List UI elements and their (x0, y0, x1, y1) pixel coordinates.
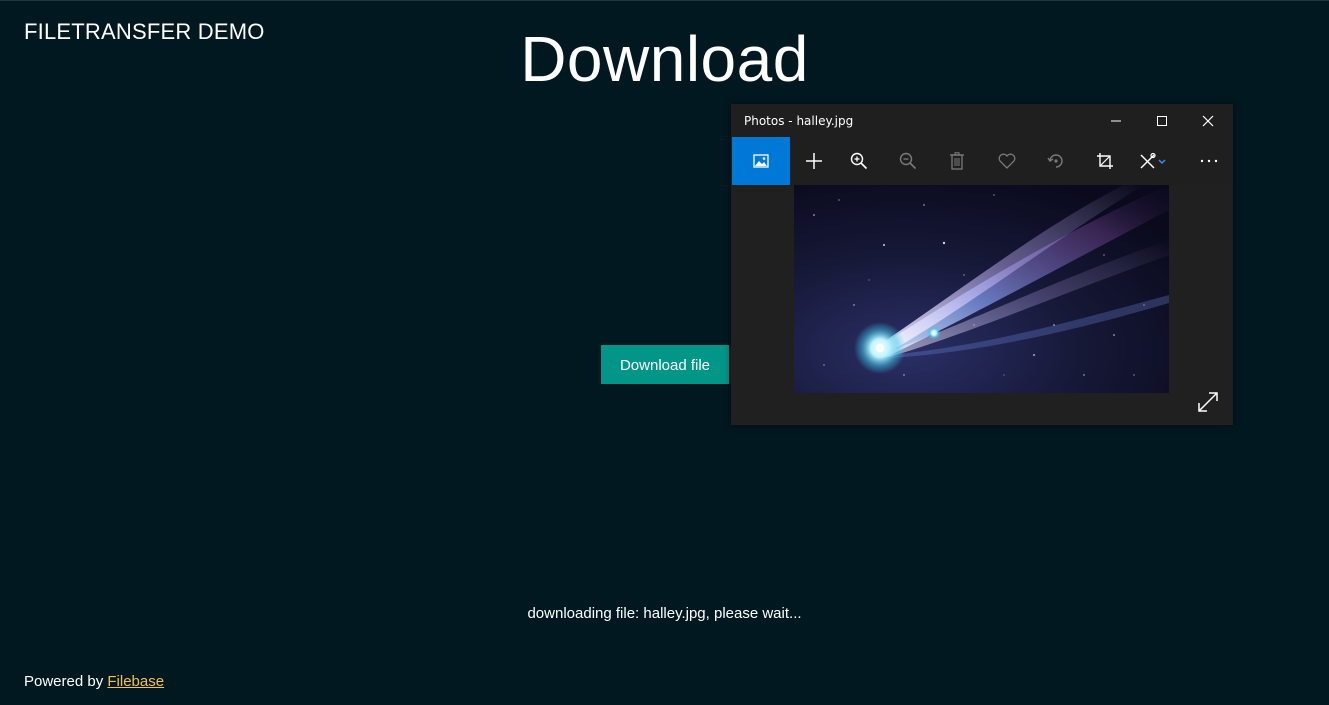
halley-comet-image (794, 185, 1169, 393)
toolbar-picture-button[interactable] (732, 137, 790, 185)
comet-picture (794, 185, 1169, 393)
add-icon (806, 153, 822, 169)
close-icon (1202, 115, 1214, 126)
top-border (0, 0, 1329, 1)
toolbar-delete-button[interactable] (933, 137, 981, 185)
footer-prefix: Powered by (24, 673, 104, 690)
photos-window: Photos - halley.jpg (731, 104, 1233, 425)
picture-icon (753, 154, 769, 168)
fullscreen-button[interactable] (1197, 391, 1221, 415)
maximize-icon (1157, 115, 1167, 126)
toolbar-rotate-button[interactable] (1032, 137, 1080, 185)
rotate-icon (1047, 154, 1063, 168)
toolbar-crop-button[interactable] (1081, 137, 1129, 185)
toolbar-favorite-button[interactable] (983, 137, 1031, 185)
window-title: Photos - halley.jpg (744, 114, 854, 128)
photos-toolbar (731, 137, 1233, 185)
window-titlebar[interactable]: Photos - halley.jpg (731, 104, 1233, 137)
toolbar-zoom-in-button[interactable] (835, 137, 883, 185)
maximize-button[interactable] (1139, 104, 1185, 137)
zoom-out-icon (899, 152, 917, 170)
close-button[interactable] (1185, 104, 1231, 137)
toolbar-zoom-out-button[interactable] (884, 137, 932, 185)
expand-icon (1198, 392, 1218, 412)
status-text: downloading file: halley.jpg, please wai… (527, 605, 802, 622)
zoom-in-icon (850, 152, 868, 170)
minimize-button[interactable] (1093, 104, 1139, 137)
download-file-button[interactable]: Download file (601, 345, 729, 384)
toolbar-edit-button[interactable] (1129, 137, 1179, 185)
minimize-icon (1111, 120, 1121, 121)
toolbar-add-button[interactable] (790, 137, 838, 185)
page-title: Download (520, 23, 809, 95)
toolbar-more-button[interactable] (1185, 137, 1233, 185)
footer: Powered by Filebase (24, 673, 164, 690)
crop-icon (1097, 153, 1113, 169)
edit-draw-icon (1140, 152, 1166, 169)
favorite-heart-icon (998, 153, 1016, 169)
photo-viewer (731, 185, 1233, 425)
more-icon (1200, 159, 1218, 163)
delete-icon (950, 152, 964, 170)
filebase-link[interactable]: Filebase (107, 673, 164, 690)
